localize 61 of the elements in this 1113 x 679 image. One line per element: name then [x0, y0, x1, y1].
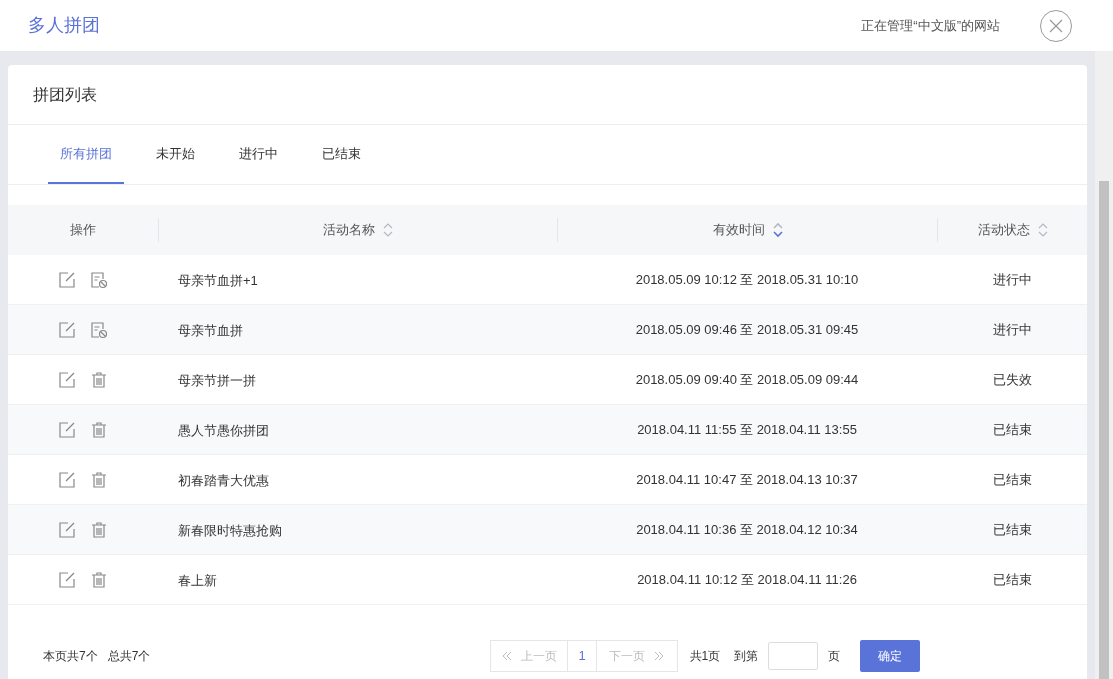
table-cell-text: 2018.04.11 10:12 至 2018.04.11 11:26	[637, 570, 857, 589]
table-cell-text: 2018.05.09 10:12 至 2018.05.31 10:10	[635, 270, 859, 289]
double-chevron-left-icon	[501, 651, 514, 661]
table-cell-text: 2018.05.09 09:46 至 2018.05.31 09:45	[635, 320, 859, 339]
total-count: 总共7个	[107, 648, 151, 665]
scrollbar-thumb[interactable]	[1099, 181, 1109, 679]
table-cell: 新春限时特惠抢购	[178, 522, 282, 538]
trash-icon[interactable]	[90, 420, 108, 439]
table-cell: 母亲节血拼	[178, 322, 243, 338]
tab[interactable]: 进行中	[227, 125, 290, 184]
goto-label: 到第	[734, 648, 759, 665]
table-cell: 母亲节拼一拼	[178, 372, 256, 388]
double-chevron-right-icon	[652, 651, 665, 661]
table-cell: 母亲节血拼+1	[178, 272, 258, 288]
close-icon	[1048, 17, 1064, 34]
table-cell-text: 2018.05.09 09:40 至 2018.05.09 09:44	[635, 370, 859, 389]
table-cell-text: 2018.04.11 11:55 至 2018.04.11 13:55	[637, 420, 857, 439]
edit-icon[interactable]	[58, 520, 76, 539]
table-cell-text: 2018.04.11 10:47 至 2018.04.13 10:37	[636, 470, 858, 489]
table-cell-text: 已失效	[992, 370, 1032, 389]
trash-icon[interactable]	[90, 570, 108, 589]
table-cell-text: 已结束	[992, 520, 1032, 539]
table-cell: 初春踏青大优惠	[178, 472, 269, 488]
confirm-button[interactable]: 确定	[860, 640, 921, 672]
table-cell-text: 2018.04.11 10:36 至 2018.04.12 10:34	[636, 520, 858, 539]
table-cell-text: 已结束	[992, 470, 1032, 489]
total-pages: 共1页	[689, 648, 721, 665]
table-cell-text: 已结束	[992, 420, 1032, 439]
edit-icon[interactable]	[58, 570, 76, 589]
table-cell-text: 进行中	[992, 320, 1032, 339]
page-number[interactable]: 1	[567, 641, 597, 671]
table-cell: 愚人节愚你拼团	[178, 422, 269, 438]
edit-icon[interactable]	[58, 420, 76, 439]
column-header: 活动状态	[977, 221, 1030, 240]
document-blocked-icon[interactable]	[90, 270, 108, 289]
trash-icon[interactable]	[90, 520, 108, 539]
edit-icon[interactable]	[58, 370, 76, 389]
edit-icon[interactable]	[58, 470, 76, 489]
document-blocked-icon[interactable]	[90, 320, 108, 339]
sort-icon[interactable]	[772, 222, 783, 238]
column-header: 有效时间	[712, 221, 765, 240]
column-header: 操作	[70, 221, 96, 240]
page-suffix: 页	[828, 648, 841, 665]
tab[interactable]: 所有拼团	[48, 125, 124, 184]
page-input[interactable]	[768, 642, 819, 670]
tab[interactable]: 未开始	[144, 125, 207, 184]
panel-title: 拼团列表	[33, 84, 97, 105]
sort-icon[interactable]	[383, 222, 393, 238]
edit-icon[interactable]	[58, 320, 76, 339]
column-header: 活动名称	[323, 221, 375, 240]
sort-icon[interactable]	[1037, 222, 1048, 238]
edit-icon[interactable]	[58, 270, 76, 289]
trash-icon[interactable]	[90, 370, 108, 389]
table-cell-text: 进行中	[992, 270, 1032, 289]
trash-icon[interactable]	[90, 470, 108, 489]
table-cell-text: 已结束	[992, 570, 1032, 589]
page-title: 多人拼团	[28, 14, 100, 37]
site-note: 正在管理“中文版”的网站	[861, 16, 1000, 35]
table-cell: 春上新	[178, 572, 217, 588]
page-count: 本页共7个	[43, 648, 98, 665]
tab[interactable]: 已结束	[310, 125, 373, 184]
